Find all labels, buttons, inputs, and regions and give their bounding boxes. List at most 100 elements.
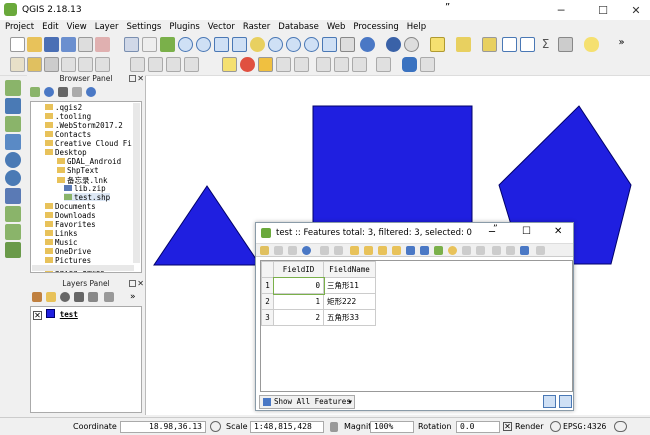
row-number[interactable]: 1 — [261, 277, 274, 294]
menu-settings[interactable]: Settings — [126, 22, 161, 32]
add-delimited-text-icon[interactable] — [5, 116, 21, 132]
pan-icon[interactable] — [124, 37, 139, 52]
list-item[interactable]: lib.zip — [64, 184, 106, 193]
triangle-feature[interactable] — [153, 185, 261, 266]
select-value-icon[interactable] — [456, 37, 471, 52]
move-label-icon[interactable] — [294, 57, 309, 72]
bookmark-icon[interactable] — [340, 37, 355, 52]
menu-database[interactable]: Database — [278, 22, 319, 32]
filter-expression-icon[interactable] — [88, 292, 98, 302]
hand-icon[interactable] — [142, 37, 157, 52]
list-item[interactable]: test.shp — [64, 193, 111, 202]
filter-legend-icon[interactable] — [74, 292, 84, 302]
statistics-icon[interactable]: Σ — [538, 37, 553, 52]
save-edits-icon[interactable] — [44, 57, 59, 72]
cell-fieldname[interactable]: 五角形33 — [323, 309, 376, 326]
pan-to-selection-icon[interactable] — [434, 246, 443, 255]
add-group-icon[interactable] — [46, 292, 56, 302]
add-wms-icon[interactable] — [5, 152, 21, 168]
open-project-icon[interactable] — [27, 37, 42, 52]
toolbar-overflow-icon[interactable]: » — [614, 37, 629, 52]
plugin-icon[interactable] — [420, 57, 435, 72]
panel-float-icon[interactable] — [129, 75, 136, 82]
delete-selected-icon[interactable] — [130, 57, 145, 72]
cell-fieldname[interactable]: 矩形222 — [323, 293, 376, 310]
close-button[interactable]: ✕ — [622, 0, 650, 20]
list-item[interactable]: GDAL_Android — [57, 157, 121, 166]
select-expression-icon[interactable] — [350, 246, 359, 255]
close-button[interactable]: ✕ — [554, 226, 562, 237]
list-item[interactable]: Desktop — [45, 148, 87, 157]
layers-overflow-icon[interactable]: » — [130, 292, 140, 302]
add-selected-icon[interactable] — [30, 87, 40, 97]
delete-field-icon[interactable] — [506, 246, 515, 255]
list-item[interactable]: .tooling — [45, 112, 91, 121]
label-icon[interactable] — [222, 57, 237, 72]
menu-edit[interactable]: Edit — [42, 22, 58, 32]
list-item[interactable]: ShpText — [57, 166, 99, 175]
select-all-icon[interactable] — [364, 246, 373, 255]
cut-features-icon[interactable] — [148, 57, 163, 72]
add-spatialite-icon[interactable] — [5, 134, 21, 150]
panel-close-icon[interactable]: ✕ — [137, 74, 144, 83]
move-selection-top-icon[interactable] — [420, 246, 429, 255]
invert-selection-icon[interactable] — [378, 246, 387, 255]
coordinate-field[interactable]: 18.98,36.13 — [120, 421, 206, 433]
menu-project[interactable]: Project — [5, 22, 34, 32]
crs-label[interactable]: EPSG:4326 — [563, 422, 606, 431]
menu-layer[interactable]: Layer — [95, 22, 119, 32]
conditional-formatting-icon[interactable] — [536, 246, 545, 255]
measure-icon[interactable] — [558, 37, 573, 52]
scale-field[interactable]: 1:48,815,428 — [250, 421, 324, 433]
menu-web[interactable]: Web — [327, 22, 346, 32]
collapse-all-icon[interactable] — [72, 87, 82, 97]
layer-visible-checkbox[interactable]: ✕ — [33, 311, 42, 320]
change-label-icon[interactable] — [334, 57, 349, 72]
show-hide-labels-icon[interactable] — [352, 57, 367, 72]
table-row[interactable]: 2 1 矩形222 — [261, 293, 376, 310]
list-item[interactable]: Links — [45, 229, 78, 238]
column-header-fieldname[interactable]: FieldName — [323, 261, 376, 278]
annotation-icon[interactable] — [584, 37, 599, 52]
expand-all-icon[interactable] — [104, 292, 114, 302]
zoom-to-selection-icon[interactable] — [448, 246, 457, 255]
cell-fieldid[interactable]: 2 — [273, 309, 324, 326]
zoom-last-icon[interactable] — [286, 37, 301, 52]
menu-processing[interactable]: Processing — [353, 22, 398, 32]
coordinate-toggle-icon[interactable] — [210, 421, 221, 432]
menu-vector[interactable]: Vector — [208, 22, 235, 32]
list-item[interactable]: .WebStorm2017.2 — [45, 121, 123, 130]
table-row[interactable]: 3 2 五角形33 — [261, 309, 376, 326]
list-item[interactable]: Pictures — [45, 256, 91, 265]
layer-item-test[interactable]: ✕ test — [33, 309, 78, 320]
panel-float-icon[interactable] — [129, 280, 136, 287]
action-icon[interactable] — [404, 37, 419, 52]
menu-view[interactable]: View — [67, 22, 87, 32]
show-all-features-button[interactable]: Show All Features ▾ — [259, 395, 355, 409]
toggle-editing-icon[interactable] — [27, 57, 42, 72]
move-feature-icon[interactable] — [95, 57, 110, 72]
field-calculator-icon[interactable] — [520, 37, 535, 52]
paste-features-icon[interactable] — [184, 57, 199, 72]
menu-plugins[interactable]: Plugins — [169, 22, 199, 32]
maximize-button[interactable]: ☐ — [522, 226, 531, 237]
list-item[interactable]: OneDrive — [45, 247, 91, 256]
row-number[interactable]: 3 — [261, 309, 274, 326]
magnifier-field[interactable]: 100% — [370, 421, 414, 433]
deselect-all-icon[interactable] — [392, 246, 401, 255]
zoom-selection-icon[interactable] — [250, 37, 265, 52]
add-wfs-icon[interactable] — [5, 170, 21, 186]
save-as-icon[interactable] — [61, 37, 76, 52]
column-header-fieldid[interactable]: FieldID — [273, 261, 324, 278]
minimize-button[interactable]: ─ — [489, 227, 495, 238]
attribute-table-icon[interactable] — [502, 37, 517, 52]
multi-edit-icon[interactable] — [274, 246, 283, 255]
add-feature-icon[interactable] — [320, 246, 329, 255]
delete-feature-icon[interactable] — [334, 246, 343, 255]
visibility-icon[interactable] — [60, 292, 70, 302]
style-icon[interactable] — [32, 292, 42, 302]
toggle-editing-icon[interactable] — [260, 246, 269, 255]
corner-cell[interactable] — [261, 261, 274, 278]
minimize-button[interactable]: ─ — [547, 0, 575, 20]
row-number[interactable]: 2 — [261, 293, 274, 310]
